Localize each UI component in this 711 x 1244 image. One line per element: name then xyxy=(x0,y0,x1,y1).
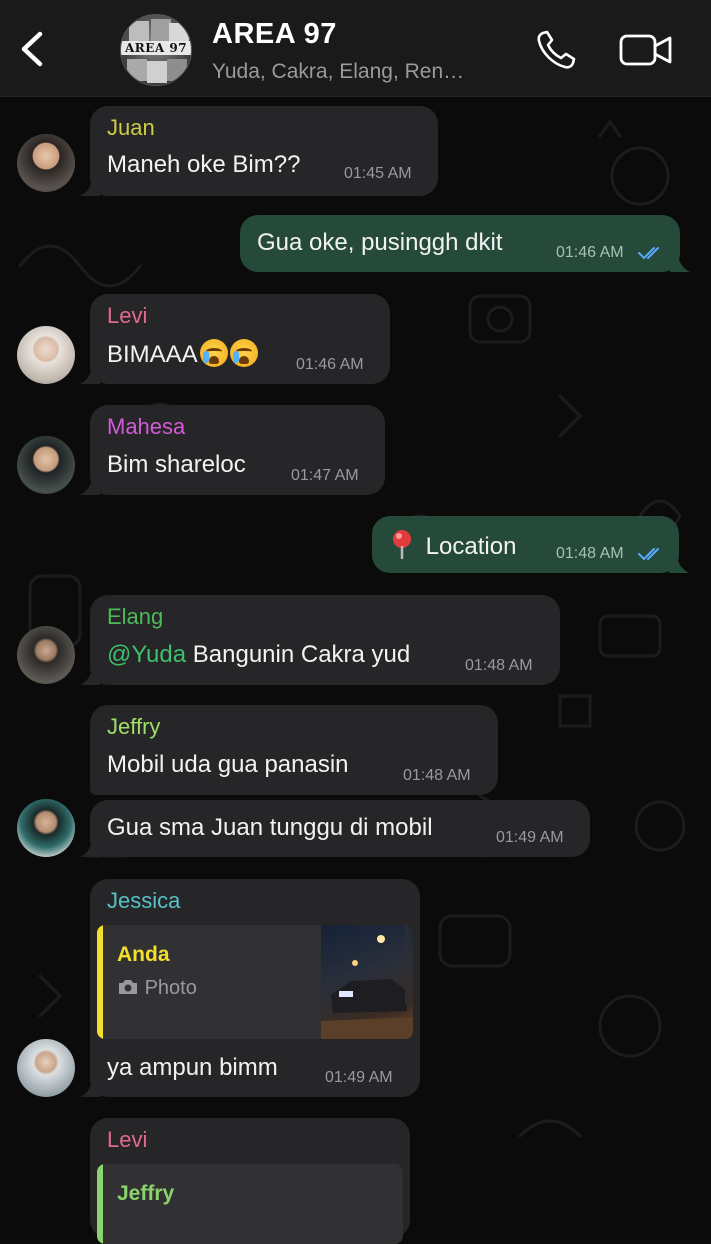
sender-name[interactable]: Jessica xyxy=(107,888,180,914)
reply-text: Photo xyxy=(144,977,197,999)
message-time: 01:48 AM xyxy=(403,767,471,784)
double-check-icon xyxy=(638,247,659,260)
crying-emoji-icon xyxy=(229,339,258,367)
chevron-left-icon[interactable] xyxy=(14,24,54,74)
reply-preview[interactable]: Jeffry xyxy=(97,1164,403,1244)
message-time: 01:48 AM xyxy=(556,545,624,562)
message-time: 01:46 AM xyxy=(556,244,624,261)
avatar[interactable] xyxy=(17,799,75,857)
double-check-icon xyxy=(638,548,659,561)
message-bubble[interactable]: Jessica Anda Photo ya ampun bimm 01:49 A… xyxy=(80,879,420,1097)
message-text: Location xyxy=(389,529,516,561)
message-time: 01:48 AM xyxy=(465,657,533,674)
group-avatar-text: AREA 97 xyxy=(121,41,191,55)
message-bubble[interactable]: Levi Jeffry xyxy=(90,1118,410,1244)
avatar[interactable] xyxy=(17,326,75,384)
message-bubble[interactable]: Levi BIMAAA 01:46 AM xyxy=(80,294,390,384)
message-text: ya ampun bimm xyxy=(107,1054,278,1081)
message-time: 01:47 AM xyxy=(291,467,359,484)
message-time: 01:45 AM xyxy=(344,165,412,182)
sender-name[interactable]: Levi xyxy=(107,1127,147,1153)
message-text: @Yuda Bangunin Cakra yud xyxy=(107,641,410,669)
message-bubble-outgoing[interactable]: Gua oke, pusinggh dkit 01:46 AM xyxy=(240,215,690,272)
avatar[interactable] xyxy=(17,134,75,192)
sender-name[interactable]: Juan xyxy=(107,115,155,141)
chat-title[interactable]: AREA 97 xyxy=(212,18,337,51)
message-time: 01:49 AM xyxy=(496,829,564,846)
video-camera-icon[interactable] xyxy=(618,30,674,70)
message-bubble[interactable]: Jeffry Mobil uda gua panasin 01:48 AM xyxy=(90,705,498,795)
map-pin-icon xyxy=(393,530,411,560)
message-text-content: Bangunin Cakra yud xyxy=(186,641,411,668)
sender-name[interactable]: Mahesa xyxy=(107,414,185,440)
location-message-outgoing[interactable]: Location 01:48 AM xyxy=(372,516,689,573)
reply-bar xyxy=(97,925,103,1039)
sender-name[interactable]: Jeffry xyxy=(107,714,160,740)
message-bubble[interactable]: Juan Maneh oke Bim?? 01:45 AM xyxy=(80,106,438,196)
crying-emoji-icon xyxy=(199,339,228,367)
reply-preview[interactable]: Anda Photo xyxy=(97,925,413,1039)
message-text: Bim shareloc xyxy=(107,451,246,478)
message-time: 01:49 AM xyxy=(325,1069,393,1086)
photo-thumbnail-image xyxy=(321,925,413,1039)
message-bubble[interactable]: Gua sma Juan tunggu di mobil 01:49 AM xyxy=(80,800,590,857)
location-label: Location xyxy=(425,533,517,560)
avatar[interactable] xyxy=(17,436,75,494)
message-text: Maneh oke Bim?? xyxy=(107,151,301,178)
message-text: Gua sma Juan tunggu di mobil xyxy=(107,814,433,841)
avatar[interactable] xyxy=(17,1039,75,1097)
message-text: Gua oke, pusinggh dkit xyxy=(257,229,503,256)
sender-name[interactable]: Elang xyxy=(107,604,163,630)
reply-bar xyxy=(97,1164,103,1244)
reply-content: Photo xyxy=(117,977,197,1000)
group-avatar[interactable]: AREA 97 xyxy=(120,14,192,86)
chat-members[interactable]: Yuda, Cakra, Elang, Ren… xyxy=(212,60,464,84)
photo-thumbnail[interactable] xyxy=(321,925,413,1039)
camera-icon xyxy=(119,980,137,994)
reply-sender: Jeffry xyxy=(117,1182,175,1205)
message-bubble[interactable]: Elang @Yuda Bangunin Cakra yud 01:48 AM xyxy=(80,595,560,685)
avatar[interactable] xyxy=(17,626,75,684)
message-text-content: BIMAAA xyxy=(107,341,198,368)
phone-icon[interactable] xyxy=(534,28,578,72)
sender-name[interactable]: Levi xyxy=(107,303,147,329)
message-text: BIMAAA xyxy=(107,339,258,369)
message-text: Mobil uda gua panasin xyxy=(107,751,349,778)
reply-sender: Anda xyxy=(117,943,170,966)
message-bubble[interactable]: Mahesa Bim shareloc 01:47 AM xyxy=(80,405,385,495)
message-time: 01:46 AM xyxy=(296,356,364,373)
chat-header: AREA 97 AREA 97 Yuda, Cakra, Elang, Ren… xyxy=(0,0,711,97)
mention-link[interactable]: @Yuda xyxy=(107,641,186,668)
